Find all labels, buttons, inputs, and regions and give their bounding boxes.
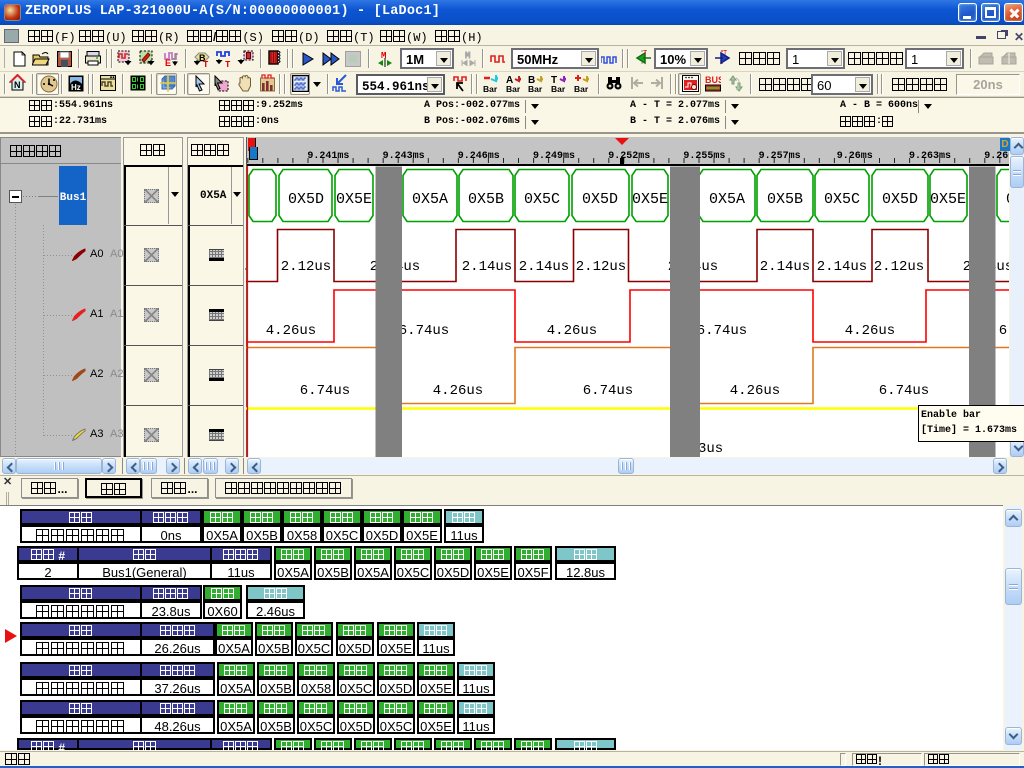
svg-text:N: N (14, 80, 21, 90)
svg-text:T: T (723, 50, 727, 58)
svg-text:0X5D: 0X5D (288, 191, 324, 208)
svg-text:E: E (165, 58, 171, 67)
svg-text:T: T (643, 50, 647, 58)
svg-text:9.241ms: 9.241ms (307, 151, 349, 162)
svg-text:2.14us: 2.14us (519, 259, 569, 275)
svg-text:2.12us: 2.12us (576, 259, 626, 275)
svg-text:0X5C: 0X5C (824, 191, 860, 208)
svg-text:0X5E: 0X5E (336, 191, 372, 208)
svg-text:9.266ms: 9.266ms (984, 151, 1009, 162)
svg-text:0X5B: 0X5B (468, 191, 504, 208)
svg-text:M: M (381, 51, 386, 61)
svg-text:0X5A: 0X5A (1006, 191, 1009, 208)
svg-text:0X5D: 0X5D (582, 191, 618, 208)
svg-text:6.74us: 6.74us (999, 323, 1009, 339)
svg-text:2.14us: 2.14us (462, 259, 512, 275)
svg-text:0X5C: 0X5C (524, 191, 560, 208)
svg-text:Bar: Bar (528, 84, 543, 93)
svg-text:6.74us: 6.74us (583, 383, 633, 399)
svg-text:BUS: BUS (705, 75, 721, 85)
svg-text:0X5E: 0X5E (930, 191, 966, 208)
svg-text:0X5E: 0X5E (632, 191, 668, 208)
svg-text:6.74us: 6.74us (879, 383, 929, 399)
svg-text:T: T (203, 60, 209, 67)
svg-text:2.12us: 2.12us (874, 259, 924, 275)
svg-text:T: T (225, 60, 231, 67)
svg-text:9.255ms: 9.255ms (683, 151, 725, 162)
svg-text:2.12us: 2.12us (281, 259, 331, 275)
svg-text:6.74us: 6.74us (697, 323, 747, 339)
svg-text:Bar: Bar (483, 84, 498, 93)
svg-text:9.246ms: 9.246ms (458, 151, 500, 162)
svg-text:9.263ms: 9.263ms (909, 151, 951, 162)
svg-text:9.257ms: 9.257ms (759, 151, 801, 162)
svg-text:4.26us: 4.26us (730, 383, 780, 399)
svg-text:0X5D: 0X5D (882, 191, 918, 208)
svg-text:2.14us: 2.14us (760, 259, 810, 275)
svg-text:4.26us: 4.26us (547, 323, 597, 339)
svg-text:9.26ms: 9.26ms (837, 151, 873, 162)
svg-text:Hz: Hz (71, 83, 81, 92)
svg-text:4.26us: 4.26us (266, 323, 316, 339)
svg-text:6.74us: 6.74us (399, 323, 449, 339)
svg-text:M: M (465, 51, 470, 61)
svg-text:0X5A: 0X5A (412, 191, 448, 208)
svg-text:4.26us: 4.26us (433, 383, 483, 399)
svg-text:0X5B: 0X5B (767, 191, 803, 208)
svg-text:9.252ms: 9.252ms (608, 151, 650, 162)
svg-text:2.14us: 2.14us (817, 259, 867, 275)
svg-text:4.26us: 4.26us (845, 323, 895, 339)
svg-text:0X5A: 0X5A (709, 191, 745, 208)
svg-text:9.243ms: 9.243ms (383, 151, 425, 162)
svg-text:Bar: Bar (506, 84, 521, 93)
svg-text:6.74us: 6.74us (300, 383, 350, 399)
svg-text:9.249ms: 9.249ms (533, 151, 575, 162)
svg-text:Bar: Bar (574, 84, 589, 93)
svg-text:Bar: Bar (551, 84, 566, 93)
